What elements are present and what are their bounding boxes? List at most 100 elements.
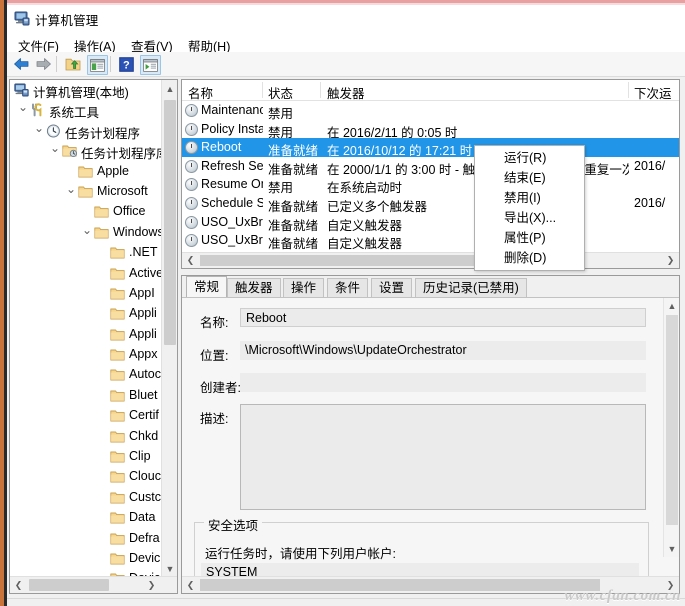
context-menu-item-disable[interactable]: 禁用(I) — [475, 188, 584, 208]
task-clock-icon — [185, 122, 198, 136]
tree-item-custc[interactable]: Custc — [10, 488, 162, 508]
name-field[interactable]: Reboot — [240, 308, 646, 327]
tree-scroll-up-arrow[interactable]: ▲ — [162, 80, 177, 97]
tree-scroll-down-arrow[interactable]: ▼ — [162, 560, 177, 577]
task-row[interactable]: Reboot 准备就绪在 2016/10/12 的 17:21 时 — [182, 138, 679, 158]
folder-icon — [110, 409, 125, 423]
help-icon[interactable]: ? — [117, 55, 136, 73]
task-status-cell: 准备就绪 — [268, 237, 318, 252]
context-menu-item-end[interactable]: 结束(E) — [475, 168, 584, 188]
tree-item-windows[interactable]: ⌄ Windows — [10, 223, 162, 243]
task-detail-panel: 常规 触发器 操作 条件 设置 历史记录(已禁用) 名称: Reboot 位置:… — [181, 275, 680, 594]
back-arrow-icon[interactable] — [12, 55, 31, 73]
tree-item-[interactable]: 计算机管理(本地) — [10, 80, 162, 100]
context-menu-item-properties[interactable]: 属性(P) — [475, 228, 584, 248]
tree-horizontal-scrollbar[interactable]: ❮ ❯ — [10, 576, 177, 593]
detail-scroll-up-arrow[interactable]: ▲ — [664, 298, 679, 314]
tree-item-[interactable]: ⌄ 任务计划程序库 — [10, 141, 162, 161]
context-menu-item-delete[interactable]: 删除(D) — [475, 248, 584, 268]
context-menu-item-run[interactable]: 运行(R) — [475, 148, 584, 168]
tree-item-appi[interactable]: AppI — [10, 284, 162, 304]
clock-icon — [46, 124, 61, 138]
tree-item-label: Appx — [129, 347, 158, 362]
task-list[interactable]: 名称 状态 触发器 下次运 Maintenanc...禁用Policy Inst… — [181, 79, 680, 269]
tab-conditions[interactable]: 条件 — [327, 278, 369, 298]
detail-scroll-down-arrow[interactable]: ▼ — [664, 541, 679, 557]
task-row[interactable]: Policy Install禁用在 2016/2/11 的 0:05 时 — [182, 120, 679, 140]
console-tree[interactable]: 计算机管理(本地) ⌄ 系统工具 ⌄ 任务计划程序 ⌄ 任务计划程序库 Apple ⌄ Micro… — [10, 80, 162, 577]
tree-item-appx[interactable]: Appx — [10, 345, 162, 365]
tree-item-chkd[interactable]: Chkd — [10, 427, 162, 447]
description-field[interactable] — [240, 404, 646, 510]
task-row[interactable]: Maintenanc...禁用 — [182, 101, 679, 121]
detail-vertical-scrollbar[interactable]: ▲ ▼ — [663, 298, 679, 557]
tab-history[interactable]: 历史记录(已禁用) — [415, 278, 527, 298]
name-label: 名称: — [200, 316, 229, 330]
folder-icon — [110, 389, 125, 403]
tree-item-certif[interactable]: Certif — [10, 406, 162, 426]
up-folder-icon[interactable] — [64, 55, 83, 73]
header-divider-2[interactable] — [320, 82, 321, 98]
tab-actions[interactable]: 操作 — [283, 278, 325, 298]
tree-hscroll-thumb[interactable] — [29, 579, 109, 591]
list-scroll-right-arrow[interactable]: ❯ — [662, 253, 679, 268]
tree-item-defra[interactable]: Defra — [10, 529, 162, 549]
forward-arrow-icon[interactable] — [34, 55, 53, 73]
show-hide-tree-icon[interactable] — [87, 55, 108, 75]
tree-item-[interactable]: ⌄ 任务计划程序 — [10, 121, 162, 141]
author-field — [240, 373, 646, 392]
tree-item-microsoft[interactable]: ⌄ Microsoft — [10, 182, 162, 202]
tree-item-autoc[interactable]: Autoc — [10, 365, 162, 385]
tab-general[interactable]: 常规 — [186, 276, 228, 298]
tree-item-clip[interactable]: Clip — [10, 447, 162, 467]
tree-item-devic[interactable]: Devic — [10, 549, 162, 569]
tree-expander-icon[interactable]: ⌄ — [49, 142, 61, 154]
task-row[interactable]: USO_UxBro...准备就绪自定义触发器 — [182, 213, 679, 233]
tree-item-bluet[interactable]: Bluet — [10, 386, 162, 406]
tree-item-active[interactable]: Active — [10, 264, 162, 284]
header-divider-1[interactable] — [262, 82, 263, 98]
task-context-menu[interactable]: 运行(R) 结束(E) 禁用(I) 导出(X)... 属性(P) 删除(D) — [474, 145, 585, 271]
context-menu-item-export[interactable]: 导出(X)... — [475, 208, 584, 228]
tree-item-appli[interactable]: Appli — [10, 325, 162, 345]
tree-item-clouc[interactable]: Clouc — [10, 467, 162, 487]
column-header-name[interactable]: 名称 — [188, 83, 213, 102]
task-row[interactable]: Resume On...禁用在系统启动时 — [182, 175, 679, 195]
tab-triggers[interactable]: 触发器 — [227, 278, 281, 298]
column-header-trigger[interactable]: 触发器 — [327, 83, 365, 102]
detail-hscroll-thumb[interactable] — [200, 579, 600, 591]
tree-item-appli[interactable]: Appli — [10, 304, 162, 324]
properties-icon[interactable] — [140, 55, 161, 75]
tree-item-office[interactable]: Office — [10, 202, 162, 222]
task-name-cell: Policy Install — [201, 121, 263, 136]
column-header-status[interactable]: 状态 — [268, 83, 293, 102]
task-list-header: 名称 状态 触发器 下次运 — [182, 80, 679, 101]
tree-expander-icon[interactable]: ⌄ — [65, 183, 77, 195]
tree-item-net[interactable]: .NET — [10, 243, 162, 263]
tree-vertical-scrollbar[interactable]: ▲ ▼ — [161, 80, 177, 577]
tree-scroll-thumb[interactable] — [164, 100, 176, 345]
tree-expander-icon[interactable]: ⌄ — [33, 122, 45, 134]
author-label: 创建者: — [200, 381, 241, 395]
list-horizontal-scrollbar[interactable]: ❮ ❯ — [182, 252, 679, 268]
tree-item-[interactable]: ⌄ 系统工具 — [10, 100, 162, 120]
tree-scroll-right-arrow[interactable]: ❯ — [143, 577, 160, 593]
column-header-next-run[interactable]: 下次运 — [634, 83, 672, 102]
tree-expander-icon[interactable]: ⌄ — [81, 224, 93, 236]
header-divider-3[interactable] — [628, 82, 629, 98]
tree-item-apple[interactable]: Apple — [10, 162, 162, 182]
detail-scroll-thumb[interactable] — [666, 315, 678, 525]
task-name-cell: USO_UxBro... — [201, 214, 263, 229]
detail-scroll-left-arrow[interactable]: ❮ — [182, 577, 199, 593]
task-row[interactable]: Refresh Set...准备就绪在 2000/1/1 的 3:00 时 - … — [182, 157, 679, 177]
task-row[interactable]: USO_UxBro...准备就绪自定义触发器 — [182, 231, 679, 252]
list-scroll-left-arrow[interactable]: ❮ — [182, 253, 199, 268]
tab-settings[interactable]: 设置 — [371, 278, 413, 298]
tree-item-label: Certif — [129, 408, 159, 423]
run-as-label: 运行任务时，请使用下列用户帐户: — [205, 547, 396, 561]
folder-icon — [110, 267, 125, 281]
tree-expander-icon[interactable]: ⌄ — [17, 101, 29, 113]
tree-item-data[interactable]: Data — [10, 508, 162, 528]
tree-scroll-left-arrow[interactable]: ❮ — [10, 577, 27, 593]
task-row[interactable]: Schedule S...准备就绪已定义多个触发器2016/ — [182, 194, 679, 214]
